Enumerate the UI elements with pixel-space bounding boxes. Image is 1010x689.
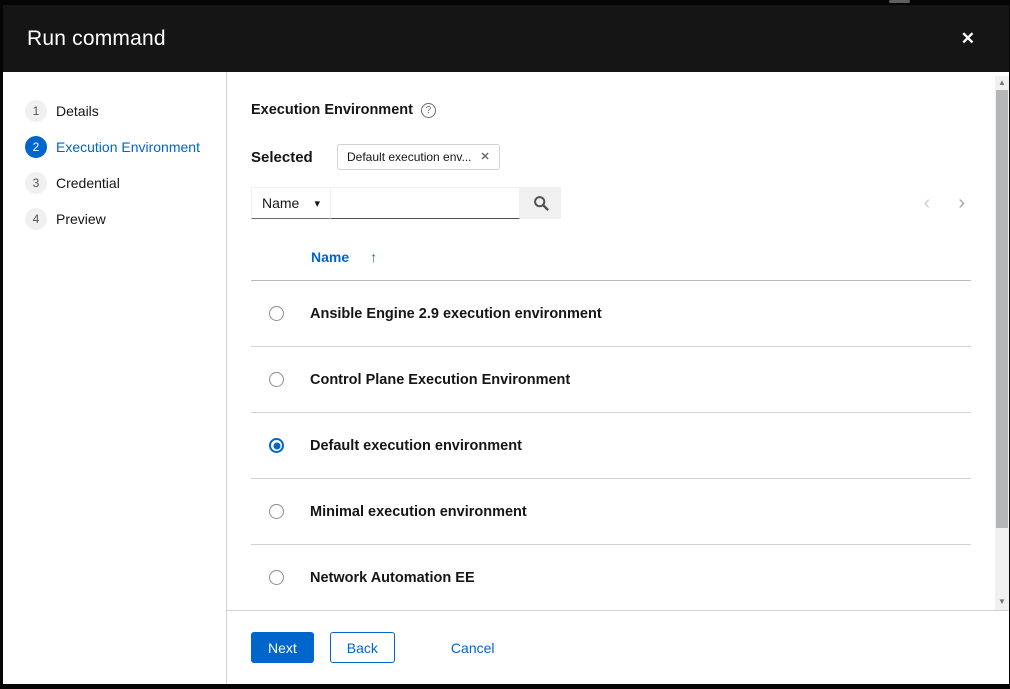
- cancel-button[interactable]: Cancel: [451, 632, 495, 663]
- sort-ascending-icon[interactable]: ↑: [370, 249, 377, 265]
- step-label: Credential: [56, 175, 120, 191]
- ee-table-rows: Ansible Engine 2.9 execution environment…: [251, 281, 971, 610]
- table-row: Control Plane Execution Environment: [251, 347, 971, 413]
- wizard-step-details[interactable]: 1 Details: [3, 100, 226, 122]
- row-name[interactable]: Network Automation EE: [310, 570, 475, 586]
- filter-type-value: Name: [262, 195, 299, 211]
- wizard-step-preview[interactable]: 4 Preview: [3, 208, 226, 230]
- row-name[interactable]: Minimal execution environment: [310, 504, 527, 520]
- column-header-name[interactable]: Name: [311, 249, 349, 265]
- step-number-badge: 4: [25, 208, 47, 230]
- radio-unselected[interactable]: [269, 570, 284, 585]
- wizard-footer: Next Back Cancel: [227, 610, 1009, 684]
- background-page-scrollbar: [889, 0, 910, 3]
- step-number-badge: 1: [25, 100, 47, 122]
- search-toolbar: Name ▾ ‹ ›: [251, 187, 971, 219]
- back-button[interactable]: Back: [330, 632, 395, 663]
- section-title-row: Execution Environment ?: [251, 102, 971, 118]
- table-row: Ansible Engine 2.9 execution environment: [251, 281, 971, 347]
- selected-chip-label: Default execution env...: [347, 150, 472, 164]
- step-label: Preview: [56, 211, 106, 227]
- chevron-down-icon: ▾: [314, 197, 320, 210]
- chevron-right-icon[interactable]: ›: [958, 193, 965, 213]
- vertical-scrollbar[interactable]: ▲ ▼: [995, 76, 1009, 610]
- step-number-badge: 2: [25, 136, 47, 158]
- execution-environment-table: Name ↑ Ansible Engine 2.9 execution envi…: [251, 235, 971, 610]
- wizard-step-credential[interactable]: 3 Credential: [3, 172, 226, 194]
- table-row: Minimal execution environment: [251, 479, 971, 545]
- step-label: Details: [56, 103, 99, 119]
- row-name[interactable]: Default execution environment: [310, 438, 522, 454]
- wizard-main: Execution Environment ? Selected Default…: [227, 72, 1009, 684]
- selected-label: Selected: [251, 149, 337, 166]
- search-button[interactable]: [520, 187, 561, 219]
- search-icon: [533, 195, 549, 211]
- help-icon[interactable]: ?: [421, 103, 436, 118]
- step-number-badge: 3: [25, 172, 47, 194]
- filter-type-dropdown[interactable]: Name ▾: [251, 187, 331, 219]
- wizard-nav: 1 Details 2 Execution Environment 3 Credentia…: [3, 72, 227, 684]
- scroll-up-icon[interactable]: ▲: [995, 76, 1009, 89]
- wizard-step-execution-environment[interactable]: 2 Execution Environment: [3, 136, 226, 158]
- table-header: Name ↑: [251, 235, 971, 281]
- close-icon[interactable]: ✕: [961, 30, 975, 47]
- table-row: Network Automation EE: [251, 545, 971, 610]
- scroll-down-icon[interactable]: ▼: [995, 595, 1009, 608]
- modal-header: Run command ✕: [3, 5, 1009, 72]
- radio-unselected[interactable]: [269, 504, 284, 519]
- row-name[interactable]: Control Plane Execution Environment: [310, 372, 570, 388]
- chip-remove-icon[interactable]: ✕: [481, 152, 490, 163]
- wizard-steps: 1 Details 2 Execution Environment 3 Credentia…: [3, 100, 226, 230]
- selected-chip: Default execution env... ✕: [337, 144, 500, 170]
- scrollbar-thumb[interactable]: [996, 90, 1008, 528]
- radio-unselected[interactable]: [269, 372, 284, 387]
- step-label: Execution Environment: [56, 139, 200, 155]
- pagination: ‹ ›: [924, 193, 971, 213]
- run-command-modal: Run command ✕ 1 Details 2 Execution Environ…: [3, 5, 1009, 684]
- modal-body: 1 Details 2 Execution Environment 3 Credentia…: [3, 72, 1009, 684]
- scroll-area: Execution Environment ? Selected Default…: [227, 72, 1009, 610]
- table-row: Default execution environment: [251, 413, 971, 479]
- selected-row: Selected Default execution env... ✕: [251, 144, 971, 170]
- modal-title: Run command: [27, 27, 166, 51]
- chevron-left-icon[interactable]: ‹: [924, 193, 931, 213]
- next-button[interactable]: Next: [251, 632, 314, 663]
- radio-selected[interactable]: [269, 438, 284, 453]
- search-input[interactable]: [331, 187, 520, 219]
- radio-unselected[interactable]: [269, 306, 284, 321]
- row-name[interactable]: Ansible Engine 2.9 execution environment: [310, 306, 602, 322]
- section-title: Execution Environment: [251, 102, 413, 118]
